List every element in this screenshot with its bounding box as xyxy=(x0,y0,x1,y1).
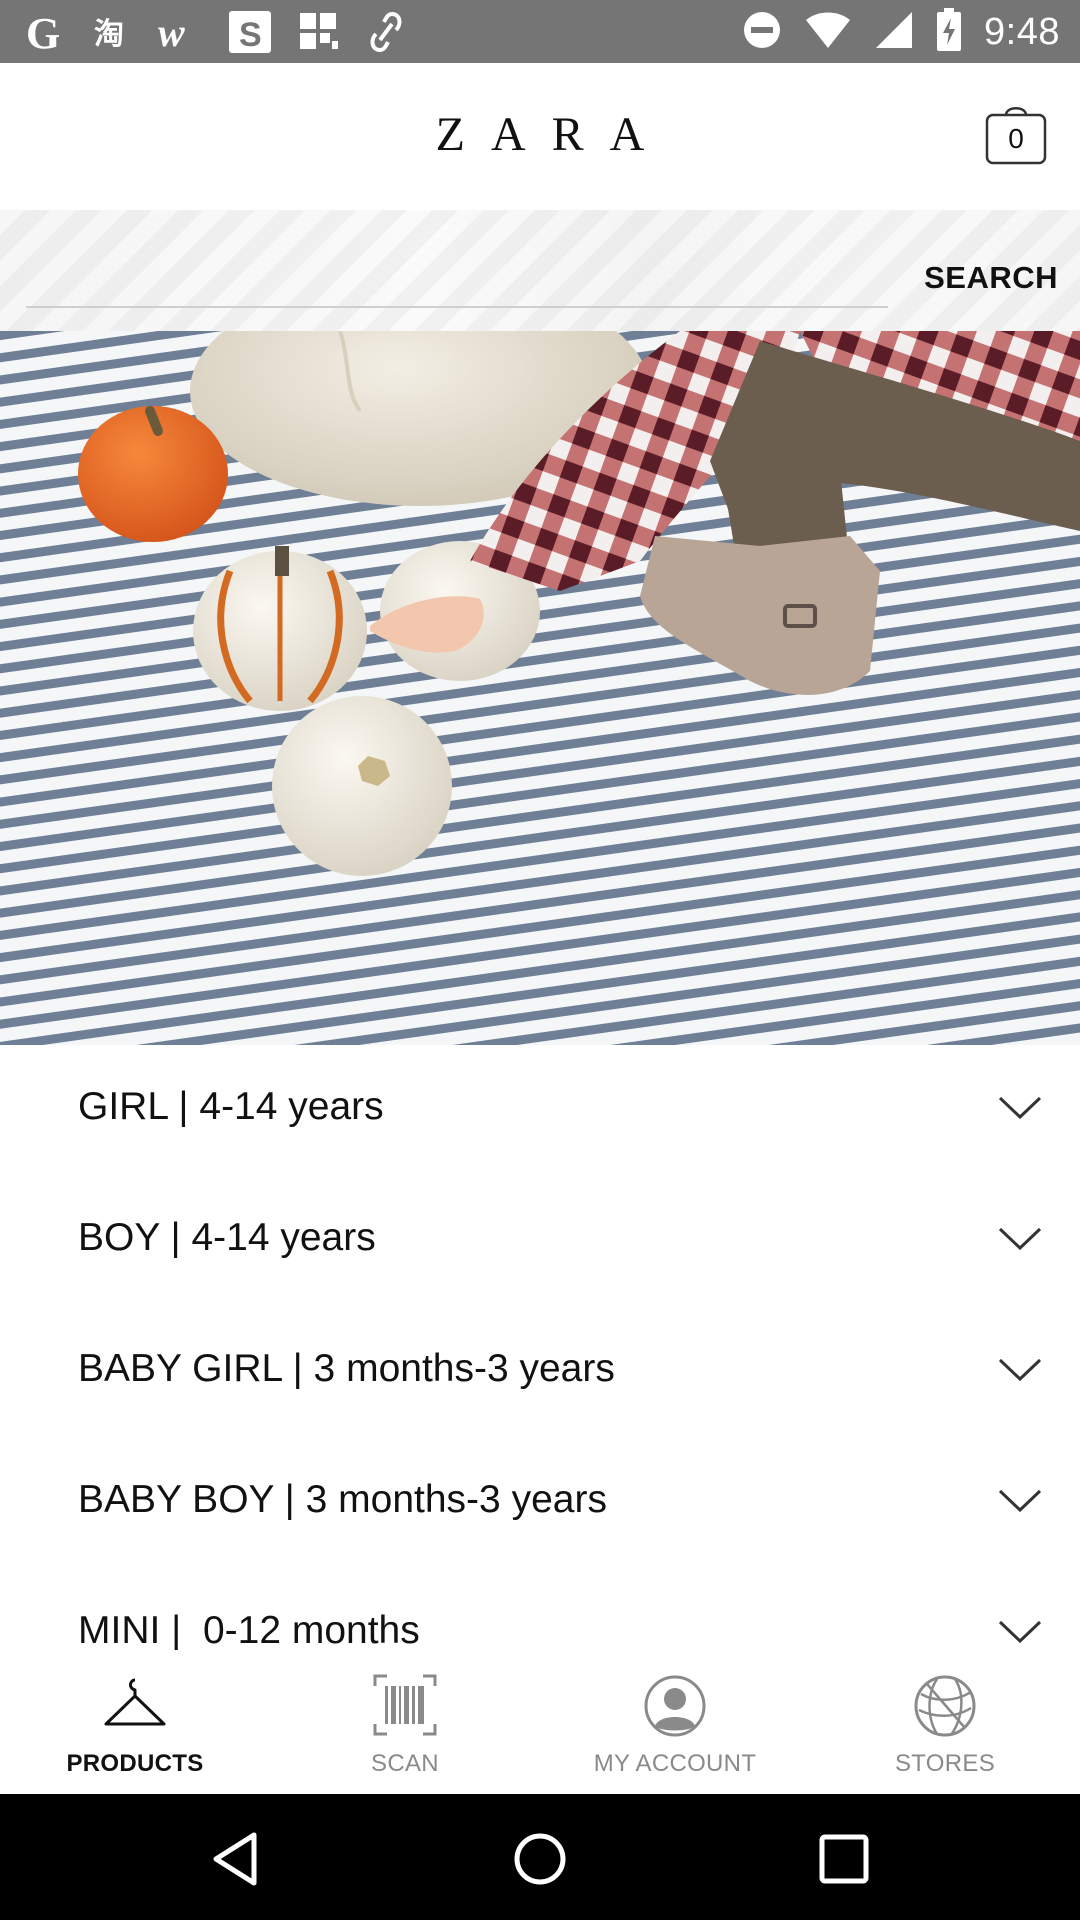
nav-my-account[interactable]: MY ACCOUNT xyxy=(540,1650,810,1794)
chevron-down-icon xyxy=(998,1227,1042,1251)
home-icon[interactable] xyxy=(512,1831,568,1887)
svg-text:G: G xyxy=(26,10,60,54)
do-not-disturb-icon xyxy=(742,10,782,55)
notification-icons: G 淘 w S xyxy=(22,8,406,56)
category-label: BABY GIRL | 3 months-3 years xyxy=(78,1347,615,1390)
category-item-baby-boy[interactable]: BABY BOY | 3 months-3 years xyxy=(0,1438,1080,1569)
hero-image xyxy=(0,331,1080,1045)
screen: G 淘 w S 9:48 ZARA 0 SEARCH GIRL | 4-14 y… xyxy=(0,0,1080,1920)
battery-charging-icon xyxy=(936,7,962,57)
signal-icon xyxy=(874,10,914,55)
nav-stores[interactable]: STORES xyxy=(810,1650,1080,1794)
svg-text:S: S xyxy=(239,16,262,54)
chevron-down-icon xyxy=(998,1096,1042,1120)
bottom-nav: PRODUCTS SCAN MY ACCOUNT STORES xyxy=(0,1650,1080,1794)
app-header: ZARA 0 xyxy=(0,63,1080,210)
nav-label: MY ACCOUNT xyxy=(593,1750,757,1777)
cart-count: 0 xyxy=(1008,123,1024,154)
category-item-boy[interactable]: BOY | 4-14 years xyxy=(0,1176,1080,1307)
svg-text:w: w xyxy=(158,12,185,52)
search-button[interactable]: SEARCH xyxy=(924,260,1058,296)
category-label: MINI | 0-12 months xyxy=(78,1609,420,1652)
system-nav-bar xyxy=(0,1794,1080,1920)
s-app-icon: S xyxy=(228,10,272,54)
w-app-icon: w xyxy=(158,12,202,52)
svg-text:淘: 淘 xyxy=(94,17,124,52)
status-bar: G 淘 w S 9:48 xyxy=(0,0,1080,63)
shopping-bag-button[interactable]: 0 xyxy=(984,103,1048,165)
barcode-icon xyxy=(373,1674,437,1736)
nav-label: PRODUCTS xyxy=(66,1750,204,1777)
nav-label: SCAN xyxy=(371,1750,439,1777)
taobao-icon: 淘 xyxy=(92,12,132,52)
nav-scan[interactable]: SCAN xyxy=(270,1650,540,1794)
category-label: BOY | 4-14 years xyxy=(78,1216,376,1259)
category-item-baby-girl[interactable]: BABY GIRL | 3 months-3 years xyxy=(0,1307,1080,1438)
nav-label: STORES xyxy=(894,1750,996,1777)
category-item-girl[interactable]: GIRL | 4-14 years xyxy=(0,1045,1080,1176)
clock: 9:48 xyxy=(984,10,1060,53)
chevron-down-icon xyxy=(998,1358,1042,1382)
grid-app-icon xyxy=(298,11,340,53)
chevron-down-icon xyxy=(998,1489,1042,1513)
category-list: GIRL | 4-14 years BOY | 4-14 years BABY … xyxy=(0,1045,1080,1700)
hanger-icon xyxy=(104,1678,166,1726)
wifi-icon xyxy=(804,10,852,55)
category-label: GIRL | 4-14 years xyxy=(78,1085,384,1128)
search-bar: SEARCH xyxy=(0,210,1080,331)
recents-icon[interactable] xyxy=(816,1831,872,1887)
back-icon[interactable] xyxy=(208,1831,264,1887)
account-icon xyxy=(644,1675,706,1737)
nav-products[interactable]: PRODUCTS xyxy=(0,1650,270,1794)
system-indicators: 9:48 xyxy=(742,7,1060,57)
search-input[interactable] xyxy=(26,248,888,308)
globe-icon xyxy=(914,1675,976,1737)
link-icon xyxy=(366,10,406,54)
google-icon: G xyxy=(22,10,66,54)
category-label: BABY BOY | 3 months-3 years xyxy=(78,1478,607,1521)
chevron-down-icon xyxy=(998,1620,1042,1644)
hero-banner[interactable] xyxy=(0,331,1080,1045)
zara-logo[interactable]: ZARA xyxy=(0,107,1080,162)
